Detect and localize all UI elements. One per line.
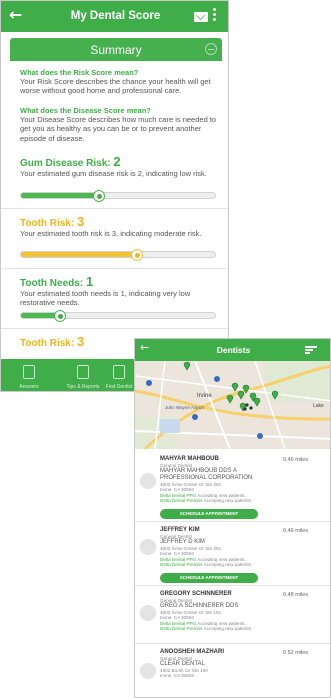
schedule-appointment-button[interactable]: SCHEDULE APPOINTMENT (160, 573, 258, 583)
disease-answer: Your Disease Score describes how much ca… (20, 115, 217, 143)
score-description: Your estimated tooth needs is 1, indicat… (20, 289, 191, 308)
tooth-risk-heading-2: Tooth Risk: 3 (20, 334, 84, 349)
avatar (140, 663, 156, 679)
score-app-bar: ← My Dental Score (1, 1, 228, 32)
score-bar (20, 310, 216, 322)
map-label-lake: Lake (313, 403, 324, 409)
score-description: Your estimated tooth risk is 3, indicati… (20, 229, 202, 238)
distance: 0.52 miles (283, 650, 309, 656)
score-value: 2 (113, 154, 121, 169)
summary-header[interactable]: Summary (10, 38, 222, 61)
score-bar-knob (131, 249, 144, 261)
disease-question: What does the Disease Score mean? (20, 106, 151, 115)
score-bar (20, 249, 216, 261)
avatar (140, 605, 156, 621)
practice-name: MAHYAR MAHBOUB DDS A PROFESSIONAL CORPOR… (160, 468, 253, 481)
nav-label: Answers (19, 384, 39, 390)
score-label: Gum Disease Risk: (20, 158, 114, 169)
dentist-map[interactable]: Irvine John Wayne Airport Lake (135, 361, 330, 449)
score-label: Tooth Needs: (20, 278, 86, 289)
highway-shield-icon (192, 414, 198, 420)
tooth-needs-heading: Tooth Needs: 1 (20, 274, 93, 289)
distance: 0.48 miles (283, 592, 309, 598)
distance: 0.46 miles (283, 457, 309, 463)
distance: 0.46 miles (283, 528, 309, 534)
avatar (140, 473, 156, 489)
mail-icon[interactable] (194, 12, 208, 22)
schedule-appointment-button[interactable]: SCHEDULE APPOINTMENT (160, 509, 258, 519)
score-bar-knob (92, 190, 105, 202)
find-dentist-icon (113, 365, 125, 379)
plan-line: Delta Dental Premier Accepting new patie… (160, 626, 251, 631)
filter-icon[interactable] (305, 346, 317, 354)
practice-name: GREG A SCHINNERER DDS (160, 603, 239, 609)
score-value: 3 (77, 334, 85, 349)
practice-name: JEFFREY D KIM (160, 539, 205, 545)
score-content[interactable]: Summary What does the Risk Score mean? Y… (1, 32, 228, 359)
address-line-2: Irvine, CA 92604 (160, 487, 194, 492)
address-line-2: Irvine, CA 92604 (160, 615, 194, 620)
address-line-2: Irvine, CA 92604 (160, 551, 194, 556)
map-label-airport: John Wayne Airport (165, 405, 205, 410)
gum-disease-risk-heading: Gum Disease Risk: 2 (20, 154, 121, 169)
address-line-2: Irvine, CA 92604 (160, 673, 194, 678)
risk-score-explanation: What does the Risk Score mean? Your Risk… (20, 68, 222, 96)
score-description: Your estimated gum disease risk is 2, in… (20, 169, 207, 178)
dental-score-screen: ← My Dental Score Summary What does the … (0, 0, 229, 392)
map-label-irvine: Irvine (197, 393, 212, 399)
score-value: 3 (77, 214, 85, 229)
collapse-icon[interactable] (205, 43, 217, 55)
score-bar-knob (53, 310, 66, 322)
tips-icon (77, 365, 89, 379)
score-bar (20, 190, 216, 202)
dentist-name: JEFFREY KIM (160, 527, 200, 533)
dentists-app-bar: ← Dentists (135, 339, 330, 361)
risk-question: What does the Risk Score mean? (20, 68, 139, 77)
highway-shield-icon (257, 433, 263, 439)
avatar (140, 539, 156, 555)
more-vertical-icon[interactable] (213, 8, 217, 26)
dentists-screen: ← Dentists Irvine John Wayne Airport Lak… (134, 338, 331, 698)
plan-line: Delta Dental Premier Accepting new patie… (160, 562, 251, 567)
score-value: 1 (85, 274, 94, 289)
highway-shield-icon (146, 380, 152, 386)
plan-line: Delta Dental Premier Accepting new patie… (160, 498, 251, 503)
dentist-name: MAHYAR MAHBOUB (160, 456, 219, 462)
nav-answers[interactable]: Answers (3, 359, 55, 391)
disease-score-explanation: What does the Disease Score mean? Your D… (20, 106, 222, 143)
answers-icon (23, 365, 35, 379)
dentist-name: ANOOSHEH MAZHARI (160, 649, 224, 655)
dentist-name: GREGORY SCHINNERER (160, 591, 232, 597)
risk-answer: Your Risk Score describes the chance you… (20, 77, 211, 96)
score-bar-fill (21, 193, 99, 198)
page-title: Dentists (216, 345, 251, 355)
practice-name: CLEAR DENTAL (160, 661, 205, 667)
score-label: Tooth Risk: (20, 218, 78, 229)
highway-shield-icon (214, 376, 220, 382)
score-label: Tooth Risk: (20, 338, 78, 349)
tooth-risk-heading: Tooth Risk: 3 (20, 214, 84, 229)
summary-label: Summary (90, 43, 142, 57)
score-bar-fill (21, 252, 138, 257)
